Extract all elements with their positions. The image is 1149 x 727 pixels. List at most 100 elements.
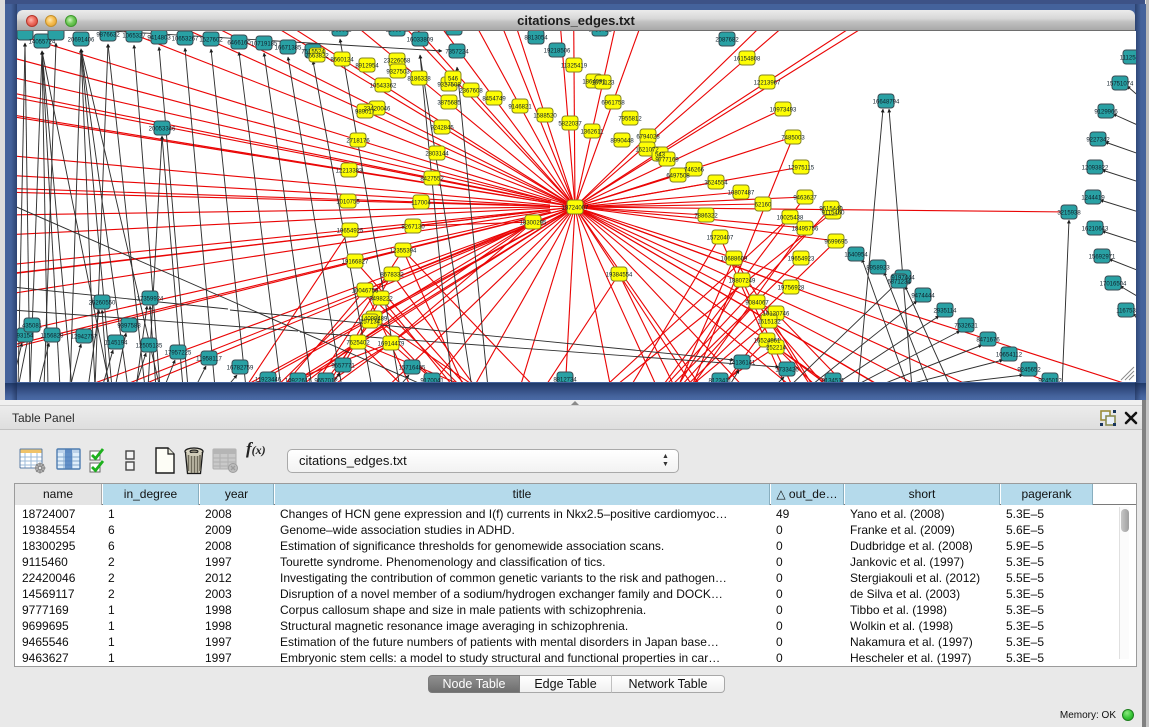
svg-text:117004: 117004 xyxy=(411,201,431,207)
svg-text:18724007: 18724007 xyxy=(562,206,589,212)
svg-text:16782759: 16782759 xyxy=(227,366,254,372)
svg-text:12975115: 12975115 xyxy=(788,166,815,172)
svg-text:10922611: 10922611 xyxy=(285,379,312,383)
svg-text:7632621: 7632621 xyxy=(954,324,978,330)
svg-text:8123411: 8123411 xyxy=(709,379,733,383)
svg-text:16648794: 16648794 xyxy=(873,100,900,106)
svg-text:10120746: 10120746 xyxy=(763,312,790,318)
svg-text:9876632: 9876632 xyxy=(96,33,120,39)
svg-text:6794028: 6794028 xyxy=(636,135,660,141)
svg-text:9777169: 9777169 xyxy=(655,158,679,164)
svg-text:16671385: 16671385 xyxy=(275,46,302,52)
svg-text:17016504: 17016504 xyxy=(1100,282,1127,288)
svg-text:1071123: 1071123 xyxy=(592,81,616,87)
svg-text:116753: 116753 xyxy=(1116,309,1136,315)
svg-text:7663811: 7663811 xyxy=(329,31,353,34)
svg-text:8660124: 8660124 xyxy=(330,58,354,64)
svg-text:19654925: 19654925 xyxy=(337,229,364,235)
svg-text:9129966: 9129966 xyxy=(1094,110,1118,116)
svg-text:11958117: 11958117 xyxy=(196,357,222,363)
svg-text:10653267: 10653267 xyxy=(172,37,199,43)
svg-text:18807249: 18807249 xyxy=(729,279,756,285)
svg-text:10973493: 10973493 xyxy=(770,108,797,114)
svg-text:9327508: 9327508 xyxy=(437,83,461,89)
svg-text:6871234: 6871234 xyxy=(887,280,911,286)
svg-text:435081: 435081 xyxy=(22,324,43,330)
svg-text:15720407: 15720407 xyxy=(707,236,734,242)
svg-text:16524861: 16524861 xyxy=(754,339,781,345)
svg-text:19384554: 19384554 xyxy=(606,273,633,279)
svg-text:17957225: 17957225 xyxy=(165,351,192,357)
svg-text:9245012: 9245012 xyxy=(1038,379,1062,383)
svg-text:989017: 989017 xyxy=(355,110,376,116)
svg-text:9227342: 9227342 xyxy=(1086,138,1110,144)
svg-text:9397588: 9397588 xyxy=(117,324,141,330)
svg-text:1065327: 1065327 xyxy=(122,34,146,40)
svg-text:8454749: 8454749 xyxy=(482,97,506,103)
svg-text:8471676: 8471676 xyxy=(976,338,1000,344)
svg-text:6961758: 6961758 xyxy=(601,101,625,107)
svg-text:14136141: 14136141 xyxy=(729,361,756,367)
svg-text:14055724: 14055724 xyxy=(29,40,56,46)
svg-text:1362611: 1362611 xyxy=(581,130,605,136)
svg-text:9170041: 9170041 xyxy=(420,379,444,383)
svg-text:8990448: 8990448 xyxy=(610,139,634,145)
svg-text:9245652: 9245652 xyxy=(1017,368,1041,374)
svg-text:16033809: 16033809 xyxy=(407,38,434,44)
svg-text:1640954: 1640954 xyxy=(844,253,868,259)
svg-text:1527602: 1527602 xyxy=(199,38,223,44)
svg-text:6466160: 6466160 xyxy=(227,41,251,47)
svg-text:8267130: 8267130 xyxy=(401,225,425,231)
svg-text:11923446: 11923446 xyxy=(255,378,282,383)
svg-text:10688609: 10688609 xyxy=(721,257,748,263)
svg-text:8958923: 8958923 xyxy=(866,266,890,272)
svg-text:19654923: 19654923 xyxy=(788,257,815,263)
svg-text:9615440: 9615440 xyxy=(819,207,843,213)
svg-text:9414803: 9414803 xyxy=(147,36,171,42)
svg-text:19756928: 19756928 xyxy=(778,286,805,292)
svg-text:7955812: 7955812 xyxy=(618,117,642,123)
svg-text:257134: 257134 xyxy=(360,320,381,326)
svg-text:9327503: 9327503 xyxy=(386,70,410,76)
svg-text:15692971: 15692971 xyxy=(1089,255,1116,261)
svg-text:8813054: 8813054 xyxy=(524,36,548,42)
svg-text:9084067: 9084067 xyxy=(745,301,769,307)
svg-text:252214: 252214 xyxy=(766,346,787,352)
svg-text:1010755: 1010755 xyxy=(336,200,360,206)
svg-text:7663822: 7663822 xyxy=(305,54,329,60)
svg-text:1156829: 1156829 xyxy=(41,334,65,340)
svg-text:9657771: 9657771 xyxy=(331,364,355,370)
svg-text:9146821: 9146821 xyxy=(508,105,532,111)
svg-text:10807487: 10807487 xyxy=(728,191,755,197)
svg-text:19218506: 19218506 xyxy=(544,49,571,55)
svg-text:17359924: 17359924 xyxy=(137,297,164,303)
svg-text:7625402: 7625402 xyxy=(346,341,370,347)
svg-text:16154808: 16154808 xyxy=(734,57,761,63)
svg-text:1615132: 1615132 xyxy=(757,320,781,326)
svg-text:15716485: 15716485 xyxy=(399,366,426,372)
svg-text:23226058: 23226058 xyxy=(384,59,411,65)
svg-text:8498222: 8498222 xyxy=(369,297,393,303)
svg-text:7886322: 7886322 xyxy=(694,214,718,220)
svg-text:1733426: 1733426 xyxy=(775,368,799,374)
svg-text:12213383: 12213383 xyxy=(336,169,363,175)
svg-text:1163342: 1163342 xyxy=(386,31,410,34)
svg-text:2367608: 2367608 xyxy=(459,89,483,95)
svg-text:2935114: 2935114 xyxy=(934,309,958,315)
svg-text:2718176: 2718176 xyxy=(346,139,370,145)
svg-text:12355394: 12355394 xyxy=(390,249,417,255)
svg-text:8186328: 8186328 xyxy=(407,77,431,83)
svg-text:7357224: 7357224 xyxy=(445,50,469,56)
svg-text:3875685: 3875685 xyxy=(437,101,461,107)
svg-text:3624554: 3624554 xyxy=(704,181,728,187)
svg-text:1112543: 1112543 xyxy=(1120,56,1136,62)
svg-text:11325419: 11325419 xyxy=(561,64,588,70)
svg-text:8436721: 8436721 xyxy=(588,31,612,34)
svg-text:8812734: 8812734 xyxy=(553,378,577,383)
svg-text:9699695: 9699695 xyxy=(824,240,848,246)
svg-text:9463627: 9463627 xyxy=(793,196,817,202)
svg-text:18495756: 18495756 xyxy=(792,227,819,233)
svg-text:62160: 62160 xyxy=(755,203,772,209)
svg-text:93154: 93154 xyxy=(17,334,34,340)
svg-text:2803144: 2803144 xyxy=(425,152,449,158)
